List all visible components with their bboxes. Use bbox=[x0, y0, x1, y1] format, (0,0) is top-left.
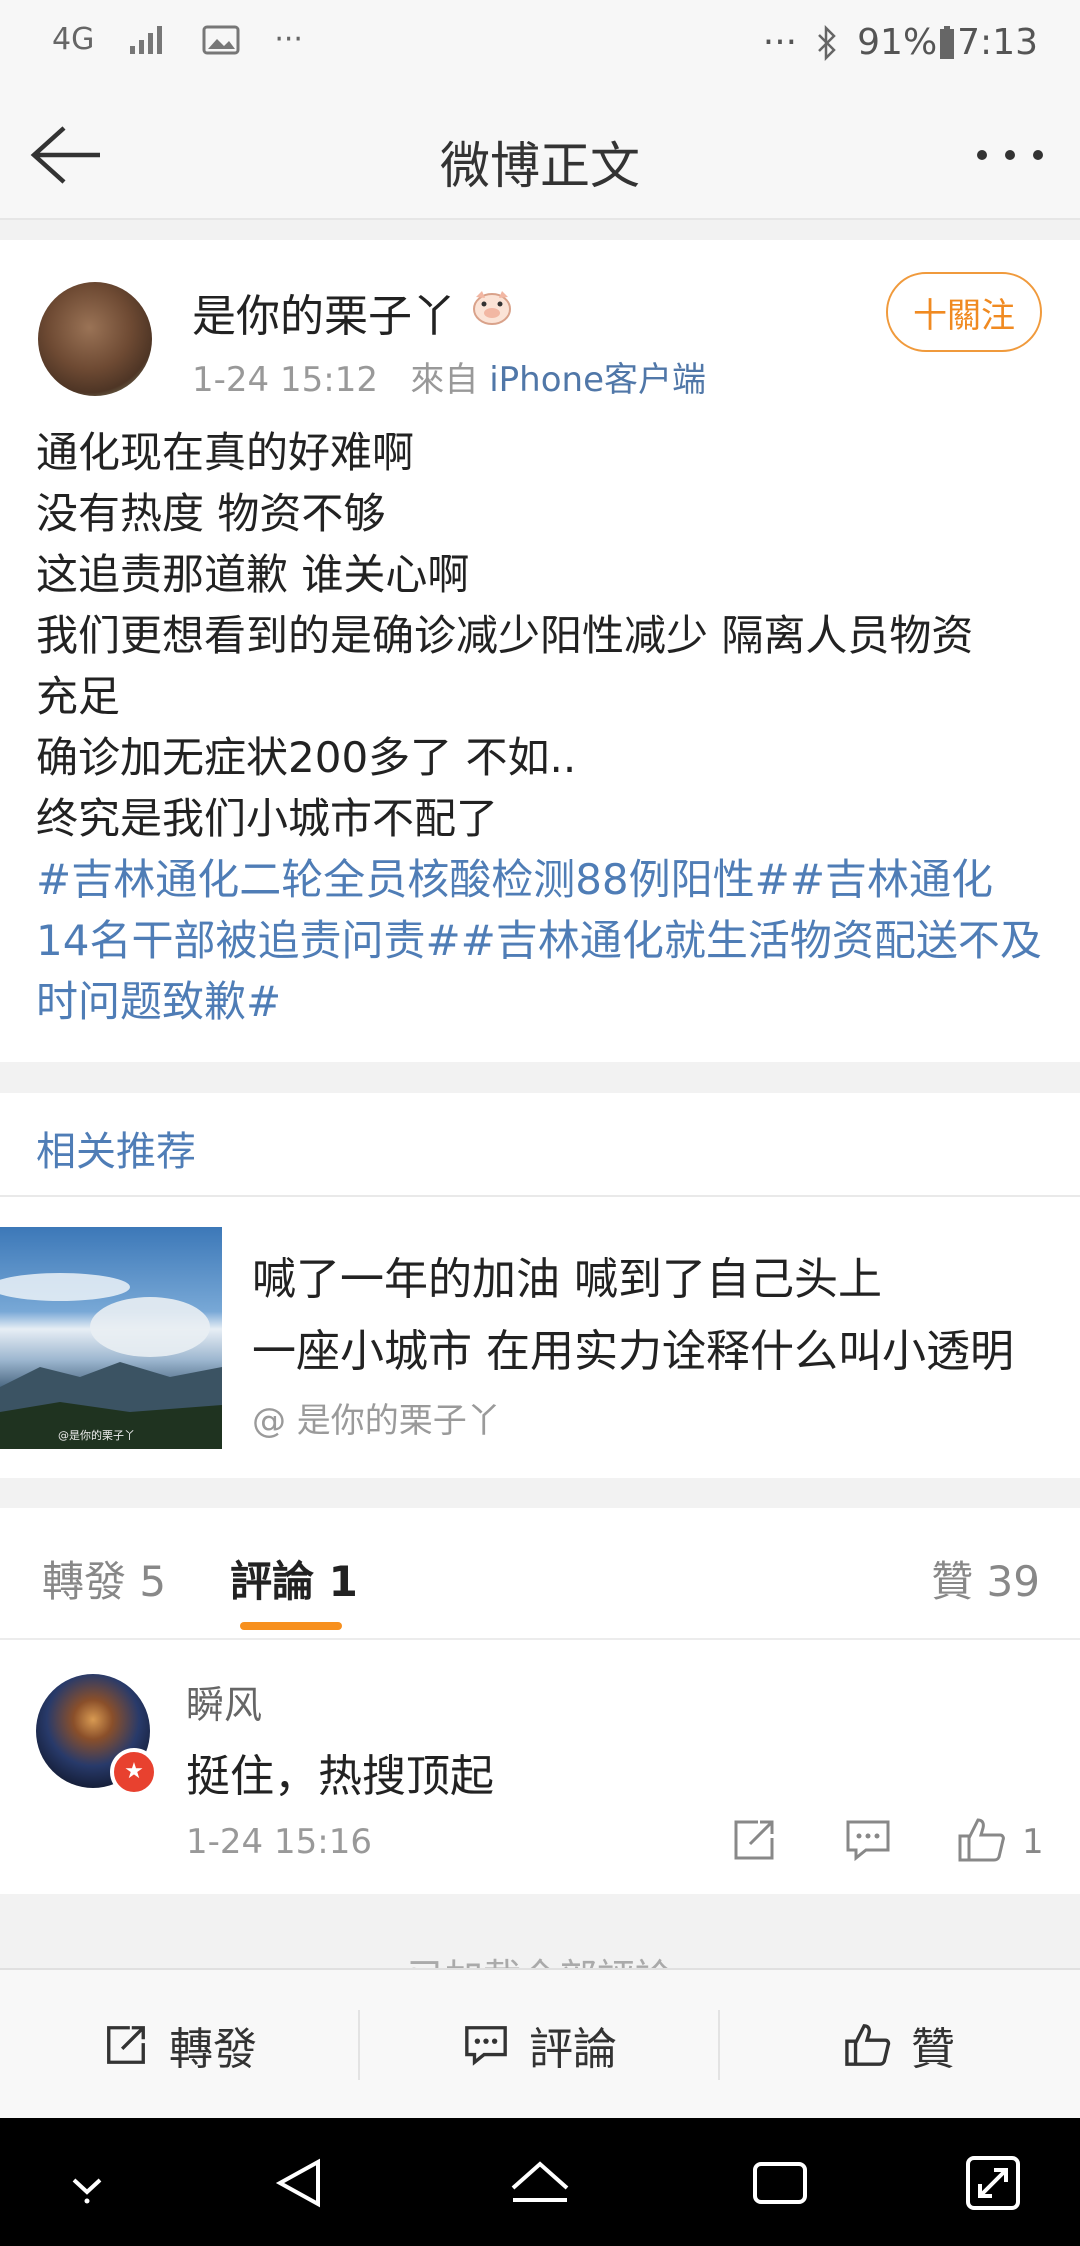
source-prefix: 來自 bbox=[410, 360, 479, 400]
thumbnail-watermark: @是你的栗子丫 bbox=[58, 1429, 135, 1442]
like-button[interactable]: 贊 bbox=[720, 1970, 1078, 2120]
network-type: 4G bbox=[52, 22, 95, 57]
interaction-tabs: 轉發 5 評論 1 贊 39 bbox=[0, 1508, 1080, 1640]
reply-icon[interactable] bbox=[842, 1816, 894, 1864]
all-comments-loaded: 已加載全部評論 bbox=[0, 1915, 1080, 1975]
bottom-action-bar: 轉發 評論 贊 bbox=[0, 1968, 1080, 2120]
post-line: 充足 bbox=[36, 672, 121, 721]
tab-likes[interactable]: 贊 39 bbox=[931, 1548, 1040, 1609]
follow-button[interactable]: 十關注 bbox=[886, 272, 1042, 352]
divider bbox=[0, 1195, 1080, 1197]
verified-badge-icon: ★ bbox=[110, 1748, 158, 1796]
author-name-row[interactable]: 是你的栗子丫 bbox=[192, 280, 514, 344]
post-line: 确诊加无症状200多了 不如.. bbox=[36, 733, 577, 782]
related-subline[interactable]: 一座小城市 在用实力诠释什么叫小透明 bbox=[252, 1315, 1062, 1379]
comment-item: ★ 瞬风 挺住，热搜顶起 1-24 15:16 1 bbox=[0, 1640, 1080, 1894]
more-notifications: ··· bbox=[274, 22, 303, 57]
clock: 7:13 bbox=[957, 22, 1038, 63]
related-title: 相关推荐 bbox=[36, 1129, 196, 1175]
battery-icon bbox=[939, 25, 955, 60]
active-tab-indicator bbox=[240, 1622, 342, 1630]
related-section: 相关推荐 @是你的栗子丫 喊了一年的加油 喊到了自己头上 一座小城市 在用实力诠… bbox=[0, 1093, 1080, 1478]
commenter-name[interactable]: 瞬风 bbox=[186, 1674, 262, 1729]
comment-like-count: 1 bbox=[1022, 1822, 1044, 1862]
comment-button[interactable]: 評論 bbox=[360, 1970, 718, 2120]
signal-icon bbox=[128, 24, 168, 56]
comment-label: 評論 bbox=[529, 2024, 617, 2075]
page-title: 微博正文 bbox=[440, 137, 640, 195]
battery-percent: 91% bbox=[857, 22, 938, 63]
post-meta: 1-24 15:12 來自 iPhone客户端 bbox=[192, 352, 706, 401]
post-source[interactable]: iPhone客户端 bbox=[489, 360, 706, 400]
related-author[interactable]: @ 是你的栗子丫 bbox=[252, 1393, 501, 1442]
recent-apps-icon[interactable] bbox=[745, 2148, 815, 2218]
post-line: 我们更想看到的是确诊减少阳性减少 隔离人员物资 bbox=[36, 611, 974, 660]
pig-emoji-icon bbox=[470, 287, 514, 338]
share-icon[interactable] bbox=[728, 1816, 780, 1864]
post-line: 终究是我们小城市不配了 bbox=[36, 794, 499, 843]
post-time: 1-24 15:12 bbox=[192, 360, 378, 400]
bluetooth-icon bbox=[815, 24, 839, 61]
like-label: 贊 bbox=[911, 2024, 955, 2075]
hashtag-links[interactable]: #吉林通化二轮全员核酸检测88例阳性##吉林通化14名干部被追责问责##吉林通化… bbox=[36, 849, 1046, 1032]
repost-icon bbox=[107, 2026, 145, 2064]
back-nav-icon[interactable] bbox=[266, 2148, 336, 2218]
comment-time: 1-24 15:16 bbox=[186, 1822, 372, 1862]
system-navigation-bar bbox=[0, 2118, 1080, 2246]
repost-button[interactable]: 轉發 bbox=[0, 1970, 358, 2120]
related-thumbnail[interactable]: @是你的栗子丫 bbox=[0, 1227, 222, 1449]
hide-keyboard-icon[interactable] bbox=[52, 2148, 122, 2218]
thumbs-up-icon[interactable] bbox=[956, 1816, 1008, 1864]
repost-label: 轉發 bbox=[169, 2024, 257, 2075]
weibo-post: 是你的栗子丫 1-24 15:12 來自 iPhone客户端 十關注 通化现在真… bbox=[0, 240, 1080, 1062]
tab-reposts[interactable]: 轉發 5 bbox=[42, 1548, 166, 1609]
post-line: 通化现在真的好难啊 bbox=[36, 428, 415, 477]
comment-icon bbox=[465, 2026, 507, 2066]
home-nav-icon[interactable] bbox=[505, 2148, 575, 2218]
title-bar: 微博正文 bbox=[0, 90, 1080, 220]
more-dots-icon[interactable] bbox=[970, 130, 1050, 180]
status-dots: ··· bbox=[762, 22, 798, 63]
thumbs-up-icon bbox=[845, 2024, 891, 2066]
expand-screen-icon[interactable] bbox=[958, 2148, 1028, 2218]
author-avatar[interactable] bbox=[38, 282, 152, 396]
comment-text: 挺住，热搜顶起 bbox=[186, 1751, 494, 1802]
post-body: 通化现在真的好难啊 没有热度 物资不够 这追责那道歉 谁关心啊 我们更想看到的是… bbox=[36, 422, 1046, 1032]
image-notification-icon bbox=[202, 25, 240, 55]
related-headline[interactable]: 喊了一年的加油 喊到了自己头上 bbox=[252, 1243, 882, 1307]
status-bar: 4G ··· ··· 91% 7:13 bbox=[0, 0, 1080, 90]
author-name[interactable]: 是你的栗子丫 bbox=[192, 280, 456, 344]
post-line: 这追责那道歉 谁关心啊 bbox=[36, 550, 470, 599]
post-line: 没有热度 物资不够 bbox=[36, 489, 386, 538]
tab-comments[interactable]: 評論 1 bbox=[230, 1548, 358, 1609]
